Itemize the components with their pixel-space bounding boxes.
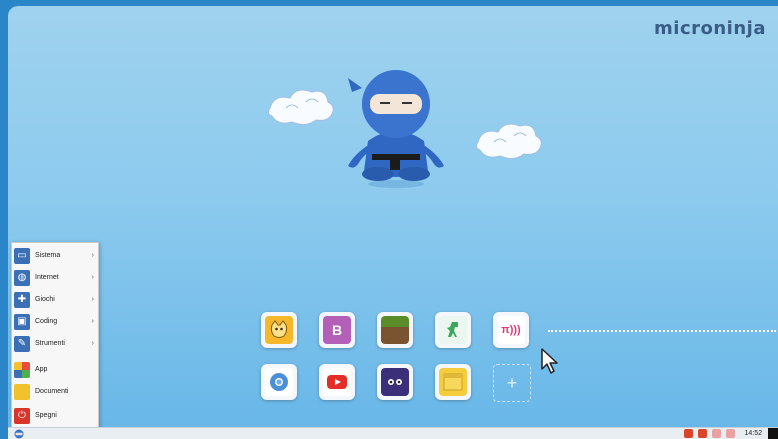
monster-icon [381, 368, 409, 396]
printer-icon[interactable] [684, 429, 694, 438]
submenu-arrow-icon: › [91, 252, 94, 259]
show-desktop-button[interactable] [768, 428, 778, 439]
add-app-slot[interactable]: + [493, 364, 531, 402]
start-menu: ▭ Sistema › ◍ Internet › ✚ Giochi › ▣ Co… [11, 242, 99, 429]
app-tile-monsters[interactable] [377, 364, 413, 400]
submenu-arrow-icon: › [91, 274, 94, 281]
dotted-pointer-line [548, 330, 776, 332]
sonic-pi-icon: π))) [497, 316, 525, 344]
plus-icon: + [506, 372, 518, 393]
app-tile-notes[interactable] [435, 364, 471, 400]
system-icon: ▭ [14, 247, 30, 264]
b-block-icon: B [323, 316, 351, 344]
menu-item-coding[interactable]: ▣ Coding › [12, 311, 98, 332]
start-button[interactable] [12, 428, 26, 439]
youtube-icon [323, 368, 351, 396]
power-icon: ⏻ [14, 407, 30, 424]
app-tile-sonic-pi[interactable]: π))) [493, 312, 529, 348]
volume-icon[interactable] [726, 429, 736, 438]
ninja-mascot-illustration [267, 70, 542, 188]
folder-icon [14, 383, 30, 400]
minecraft-block-icon [381, 316, 409, 344]
menu-item-internet[interactable]: ◍ Internet › [12, 267, 98, 288]
dino-icon [439, 316, 467, 344]
app-tile-bitsbox[interactable]: B [319, 312, 355, 348]
submenu-arrow-icon: › [91, 318, 94, 325]
menu-item-label: App [35, 366, 48, 373]
submenu-arrow-icon: › [91, 340, 94, 347]
menu-item-label: Giochi [35, 296, 55, 303]
menu-item-label: Coding [35, 318, 58, 325]
menu-item-label: Strumenti [35, 340, 65, 347]
cloud-left-icon [267, 89, 334, 126]
mouse-cursor-icon [541, 348, 558, 374]
menu-item-label: Spegni [35, 412, 57, 419]
submenu-arrow-icon: › [91, 296, 94, 303]
menu-item-sistema[interactable]: ▭ Sistema › [12, 245, 98, 266]
app-tile-chromium[interactable] [261, 364, 297, 400]
chromium-icon [265, 368, 293, 396]
app-tile-scratch[interactable] [261, 312, 297, 348]
menu-item-label: Sistema [35, 252, 61, 259]
camera-icon[interactable] [698, 429, 708, 438]
system-tray: 14:52 [684, 429, 762, 438]
brand-logo: microninja [654, 18, 766, 39]
menu-item-label: Internet [35, 274, 59, 281]
globe-icon: ◍ [14, 269, 30, 286]
menu-item-documenti[interactable]: Documenti [12, 381, 98, 402]
sticky-note-icon [439, 368, 467, 396]
app-tile-python-dino[interactable] [435, 312, 471, 348]
clock[interactable]: 14:52 [744, 430, 762, 437]
taskbar: 14:52 [8, 427, 778, 439]
menu-item-label: Documenti [35, 388, 69, 395]
scratch-cat-icon [265, 316, 293, 344]
gamepad-icon: ✚ [14, 291, 30, 308]
apps-grid-icon [14, 361, 30, 378]
app-tile-youtube[interactable] [319, 364, 355, 400]
menu-item-spegni[interactable]: ⏻ Spegni [12, 405, 98, 426]
wrench-icon: ✎ [14, 335, 30, 352]
menu-item-giochi[interactable]: ✚ Giochi › [12, 289, 98, 310]
desktop: microninja ▭ Sistema › ◍ Internet › ✚ Gi… [8, 6, 778, 439]
network-icon[interactable] [712, 429, 722, 438]
menu-item-app[interactable]: App [12, 359, 98, 380]
app-tile-minecraft[interactable] [377, 312, 413, 348]
monitor-icon: ▣ [14, 313, 30, 330]
cloud-right-icon [475, 123, 542, 160]
ninja-start-icon [14, 429, 24, 439]
menu-item-strumenti[interactable]: ✎ Strumenti › [12, 333, 98, 354]
